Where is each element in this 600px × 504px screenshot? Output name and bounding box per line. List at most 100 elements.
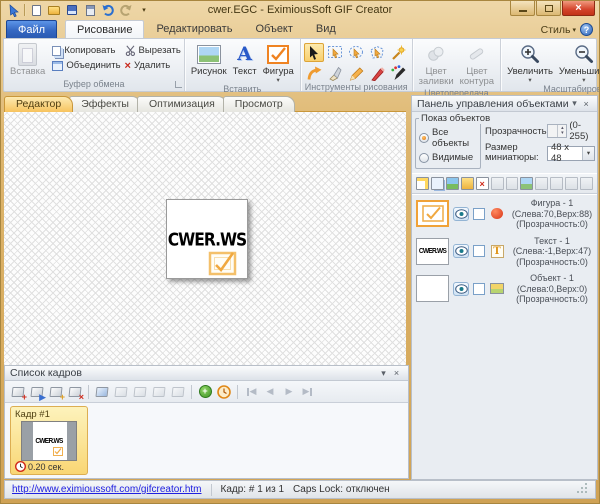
object-row-background[interactable]: Объект - 1 (Слева:0,Верх:0) (Прозрачност…	[412, 270, 597, 308]
add-frame-button[interactable]: +	[9, 383, 27, 400]
bring-forward-button[interactable]	[565, 177, 578, 190]
select-tool[interactable]	[304, 43, 324, 62]
copy-frame-button[interactable]: +	[47, 383, 65, 400]
help-icon[interactable]: ?	[580, 23, 593, 36]
magic-wand-tool[interactable]	[388, 43, 408, 62]
outline-color-button[interactable]: Цвет контура	[457, 41, 497, 88]
move-frame-right-button[interactable]	[169, 383, 187, 400]
clipboard-dialog-launcher-icon[interactable]	[175, 81, 182, 88]
status-separator	[211, 484, 212, 496]
frames-panel: Список кадров ▾ × + ▶ + × + ◀ ◀ ▶ ▶	[4, 365, 409, 479]
replace-image-button[interactable]	[446, 177, 459, 190]
frame-time-button[interactable]	[215, 383, 233, 400]
resize-grip[interactable]	[576, 482, 588, 497]
frames-panel-close-button[interactable]: ×	[390, 368, 403, 378]
canvas-image[interactable]: CWER.WS	[166, 199, 248, 279]
object-row-text[interactable]: CWER.WS T Текст - 1 (Слева:-1,Верх:47) (…	[412, 233, 597, 271]
paste-object-button[interactable]	[491, 177, 504, 190]
canvas[interactable]: CWER.WS	[4, 111, 406, 365]
move-object-up-button[interactable]	[535, 177, 548, 190]
rect-select-tool[interactable]	[325, 43, 345, 62]
tab-view[interactable]: Вид	[305, 20, 347, 39]
copy-button[interactable]: Копировать	[52, 45, 120, 56]
insert-shape-button[interactable]: Фигура ▾	[260, 41, 297, 84]
rotate-frame-button[interactable]	[112, 383, 130, 400]
reverse-frames-button[interactable]	[93, 383, 111, 400]
move-frame-left-button[interactable]	[150, 383, 168, 400]
color-pen-tool[interactable]	[388, 63, 408, 82]
frames-panel-title: Список кадров	[10, 367, 377, 379]
maximize-button[interactable]	[536, 1, 561, 16]
edit-object-button[interactable]	[506, 177, 519, 190]
add-image-button[interactable]	[520, 177, 533, 190]
duration-clock-icon	[15, 461, 26, 472]
insert-text-button[interactable]: A Текст	[230, 41, 260, 79]
merge-button[interactable]: Объединить	[52, 60, 120, 71]
tab-edit[interactable]: Редактировать	[145, 20, 243, 39]
delete-frame-button[interactable]: ×	[66, 383, 84, 400]
frames-panel-menu-button[interactable]: ▾	[377, 368, 390, 379]
lasso-select-tool[interactable]	[346, 43, 366, 62]
object-row-shape[interactable]: Фигура - 1 (Слева:70,Верх:88) (Прозрачно…	[412, 195, 597, 233]
zoom-in-button[interactable]: Увеличить ▾	[504, 41, 556, 84]
zoom-out-button[interactable]: Уменьшить ▾	[556, 41, 600, 84]
object-checkbox[interactable]	[473, 283, 485, 295]
tab-drawing[interactable]: Рисование	[65, 20, 144, 39]
new-object-button[interactable]	[416, 177, 429, 190]
insert-frame-button[interactable]: ▶	[28, 383, 46, 400]
paste-button[interactable]: Вставка	[7, 41, 48, 79]
delete-button[interactable]: × Удалить	[125, 60, 181, 71]
visibility-toggle[interactable]	[453, 207, 469, 221]
send-backward-button[interactable]	[580, 177, 593, 190]
save-button[interactable]	[65, 3, 79, 17]
object-checkbox[interactable]	[473, 245, 485, 257]
fill-color-icon	[427, 46, 445, 62]
last-frame-button[interactable]: ▶	[299, 383, 317, 400]
doc-tab-effects[interactable]: Эффекты	[69, 96, 141, 112]
doc-tab-optimization[interactable]: Оптимизация	[137, 96, 227, 112]
doc-tab-preview[interactable]: Просмотр	[223, 96, 295, 112]
objects-panel-menu-button[interactable]: ▾	[569, 98, 581, 109]
insert-picture-button[interactable]: Рисунок	[188, 41, 230, 79]
objects-panel-close-button[interactable]: ×	[580, 99, 592, 109]
fill-color-button[interactable]: Цвет заливки	[416, 41, 457, 88]
knife-tool[interactable]	[325, 63, 345, 82]
radio-all-objects[interactable]: Все объекты	[419, 127, 477, 149]
close-button[interactable]: ×	[562, 1, 595, 16]
check-shape[interactable]	[208, 250, 238, 276]
delete-object-button[interactable]: ×	[476, 177, 489, 190]
style-button[interactable]: Стиль ▾	[541, 24, 576, 36]
pencil-tool[interactable]	[346, 63, 366, 82]
knife-icon	[327, 65, 343, 81]
frame-cube-icon	[133, 387, 146, 397]
new-file-button[interactable]	[29, 3, 43, 17]
object-checkbox[interactable]	[473, 208, 485, 220]
radio-visible-objects[interactable]: Видимые	[419, 152, 477, 163]
frame-item[interactable]: Кадр #1 CWER.WS 0.20 сек.	[10, 406, 88, 475]
tab-file[interactable]: Файл	[6, 20, 57, 39]
cut-button[interactable]: Вырезать	[125, 45, 181, 56]
doc-tab-editor[interactable]: Редактор	[4, 96, 73, 112]
curve-tool[interactable]	[304, 63, 324, 82]
duplicate-object-button[interactable]	[431, 177, 444, 190]
minimize-button[interactable]	[510, 1, 535, 16]
visibility-toggle[interactable]	[453, 244, 469, 258]
first-frame-button[interactable]: ◀	[242, 383, 260, 400]
optimize-frames-button[interactable]: +	[196, 383, 214, 400]
thumb-size-select[interactable]: 48 x 48 ▾	[547, 146, 595, 161]
flip-frame-button[interactable]	[131, 383, 149, 400]
open-file-button[interactable]	[47, 3, 61, 17]
visibility-toggle[interactable]	[453, 282, 469, 296]
arrow-left-icon: ◀	[250, 386, 257, 397]
spinner-arrows[interactable]: ▴ ▾	[557, 125, 566, 137]
marker-tool[interactable]	[367, 63, 387, 82]
next-frame-button[interactable]: ▶	[280, 383, 298, 400]
tab-object[interactable]: Объект	[244, 20, 303, 39]
export-button[interactable]	[83, 3, 97, 17]
prev-frame-button[interactable]: ◀	[261, 383, 279, 400]
website-link[interactable]: http://www.eximioussoft.com/gifcreator.h…	[12, 484, 202, 495]
polygon-select-tool[interactable]	[367, 43, 387, 62]
move-object-down-button[interactable]	[550, 177, 563, 190]
merge-object-button[interactable]	[461, 177, 474, 190]
transparency-input[interactable]: ▴ ▾	[547, 124, 567, 138]
